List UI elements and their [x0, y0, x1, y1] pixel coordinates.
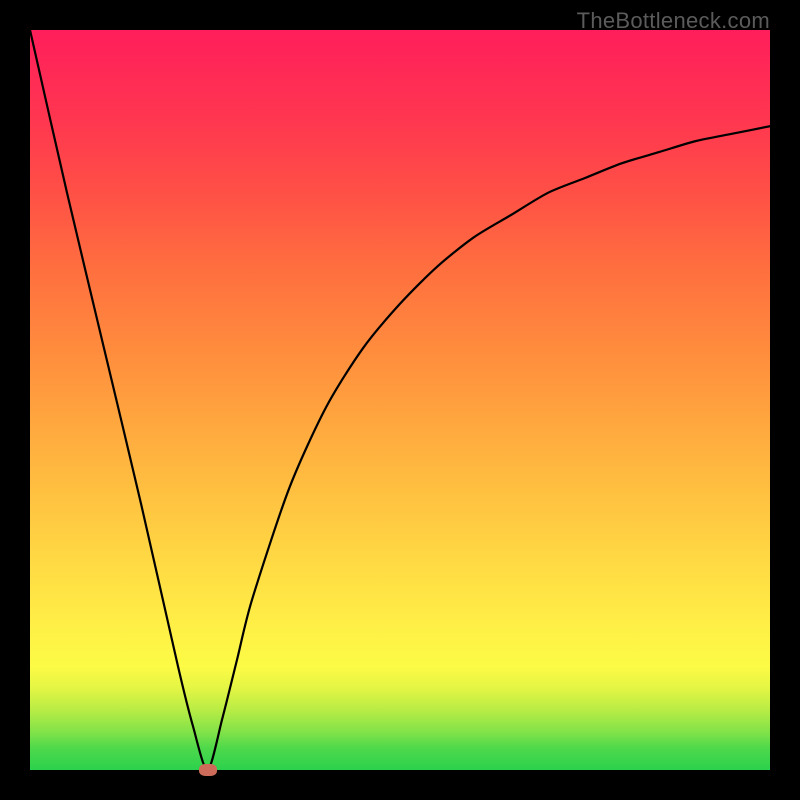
chart-frame: TheBottleneck.com [0, 0, 800, 800]
watermark-label: TheBottleneck.com [577, 8, 770, 34]
plot-area [30, 30, 770, 770]
optimal-marker [199, 764, 217, 776]
bottleneck-curve [30, 30, 770, 770]
